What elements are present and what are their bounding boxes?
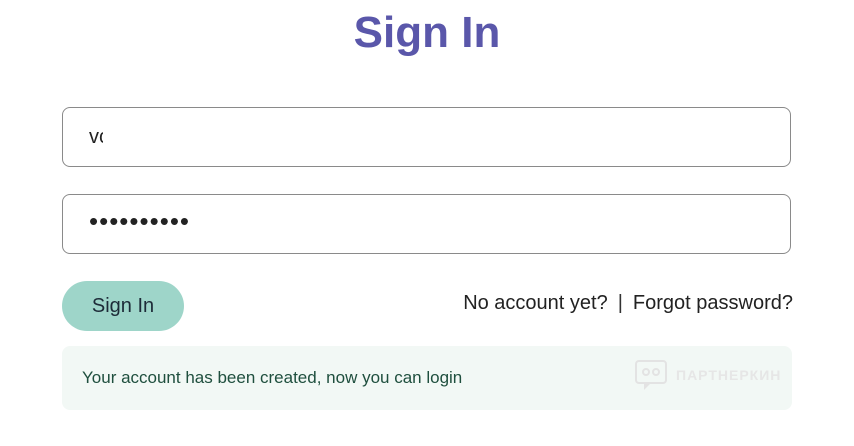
- alert-message: Your account has been created, now you c…: [82, 368, 463, 387]
- links-separator: |: [617, 292, 623, 314]
- no-account-link[interactable]: No account yet?: [463, 292, 608, 315]
- page-title: Sign In: [353, 8, 501, 57]
- password-masked-value: ••••••••••: [89, 206, 191, 236]
- watermark-logo-icon: [634, 358, 668, 392]
- username-value: vc: [89, 125, 103, 148]
- watermark: ПАРТНЕРКИН: [634, 358, 781, 392]
- password-input[interactable]: ••••••••••: [62, 194, 791, 254]
- forgot-password-link[interactable]: Forgot password?: [633, 292, 793, 315]
- watermark-text: ПАРТНЕРКИН: [676, 367, 782, 383]
- sign-in-button[interactable]: Sign In: [62, 281, 184, 331]
- auth-links: No account yet? | Forgot password?: [463, 292, 793, 315]
- sign-in-page: Sign In vc •••••••••• Sign In No account…: [0, 0, 854, 446]
- username-input[interactable]: vc: [62, 107, 791, 167]
